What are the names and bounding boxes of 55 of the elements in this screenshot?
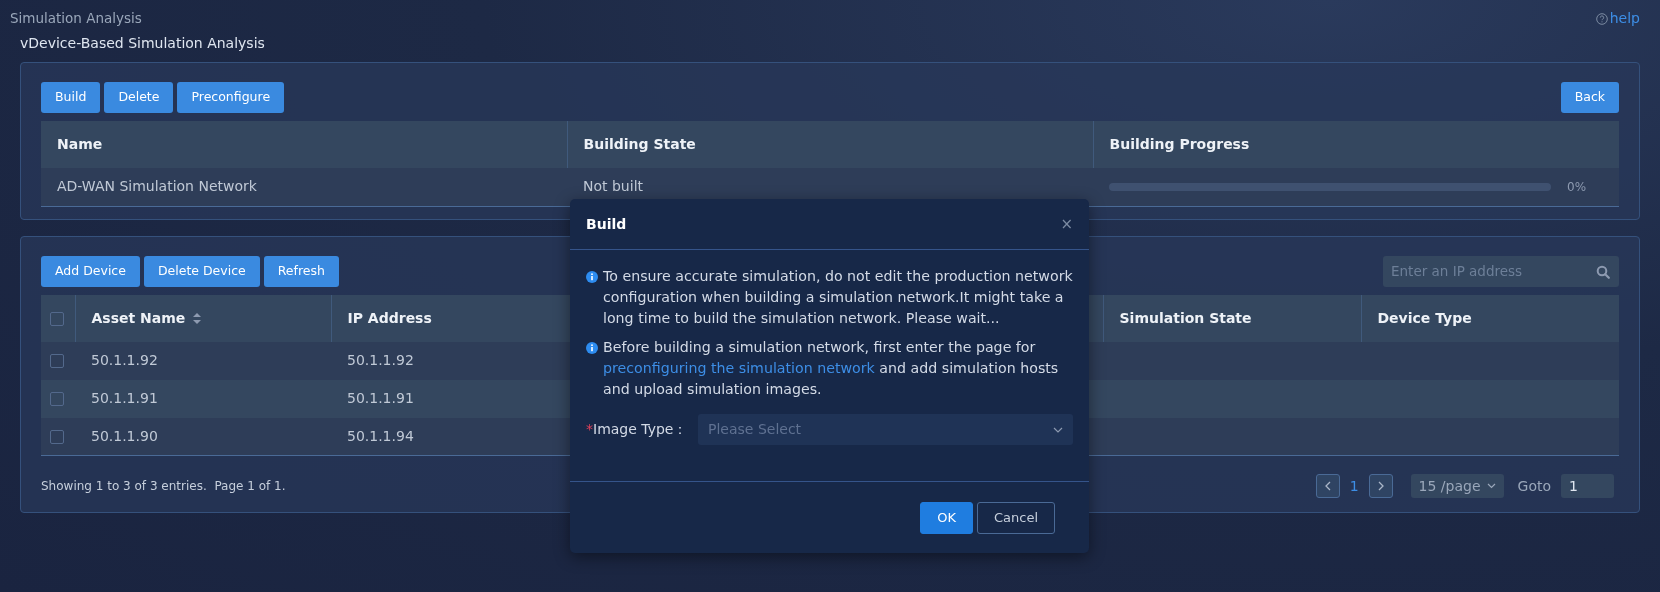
search-icon [1596,264,1610,279]
table-cell: 50.1.1.90 [91,427,158,444]
table-cell: 50.1.1.91 [91,390,158,406]
table-cell: 50.1.1.94 [347,427,414,444]
info-text: To ensure accurate simulation, do not edit the production network configuration when building a simulation network.It might take a long time to build the simulation network. Please wait... [603,267,1073,328]
column-header[interactable]: Asset Name [91,307,186,329]
info-icon [586,342,598,354]
image-type-select[interactable]: Please Select [698,414,1073,445]
chevron-left-icon [1323,481,1332,491]
toolbar-button[interactable]: Delete [104,82,174,113]
toolbar-button[interactable]: Add Device [41,255,140,287]
table-cell: AD-WAN Simulation Network [57,178,257,195]
checkbox[interactable] [50,354,64,368]
back-button[interactable]: Back [1560,82,1619,113]
ok-button[interactable]: OK [920,501,973,534]
breadcrumb[interactable]: Simulation Analysis [10,8,142,29]
next-page-button[interactable] [1368,474,1393,498]
table-cell: 50.1.1.92 [91,352,158,368]
table-cell: 50.1.1.92 [347,352,414,368]
checkbox[interactable] [50,311,64,326]
dialog-title: Build [586,214,627,234]
search-field[interactable]: Enter an IP address [1383,255,1619,287]
column-header: Building State [567,121,1093,168]
chevron-right-icon [1376,481,1385,491]
preconfigure-link[interactable]: preconfiguring the simulation network [603,360,875,376]
entries-summary: Showing 1 to 3 of 3 entries. Page 1 of 1. [41,478,286,495]
toolbar-button[interactable]: Refresh [263,255,339,287]
table-cell: 50.1.1.91 [347,390,414,406]
column-header: Building Progress [1093,121,1619,168]
progress-label: 0% [1567,178,1588,196]
previous-page-button[interactable] [1315,474,1340,498]
info-text: Before building a simulation network, first enter the page for preconfiguring the simulation network and add simulation hosts and upload simulation images. [603,338,1060,399]
table-cell: Not built [583,178,643,195]
field-label: *Image Type： [586,420,689,439]
column-header: Simulation State [1119,309,1252,326]
page-size-select[interactable]: 15 /page [1410,474,1504,498]
page-title: vDevice-Based Simulation Analysis [20,34,266,53]
cancel-button[interactable]: Cancel [976,501,1055,534]
help-link[interactable]: help [1595,8,1640,29]
info-icon [586,271,598,283]
toolbar-button[interactable]: Preconfigure [177,82,285,113]
help-icon [1595,12,1608,25]
toolbar-button[interactable]: Build [41,82,101,113]
page-number[interactable]: 1 [1349,475,1359,497]
chevron-down-icon [1486,483,1496,489]
chevron-down-icon [1053,426,1063,433]
toolbar-button[interactable]: Delete Device [143,255,260,287]
column-header: IP Address [347,309,432,326]
goto-label: Goto [1517,476,1551,496]
checkbox[interactable] [50,429,64,444]
page-input[interactable]: 1 [1561,474,1614,498]
column-header: Device Type [1377,309,1472,326]
checkbox[interactable] [50,392,64,406]
close-button[interactable]: × [1060,216,1073,232]
column-header: Name [41,121,567,168]
